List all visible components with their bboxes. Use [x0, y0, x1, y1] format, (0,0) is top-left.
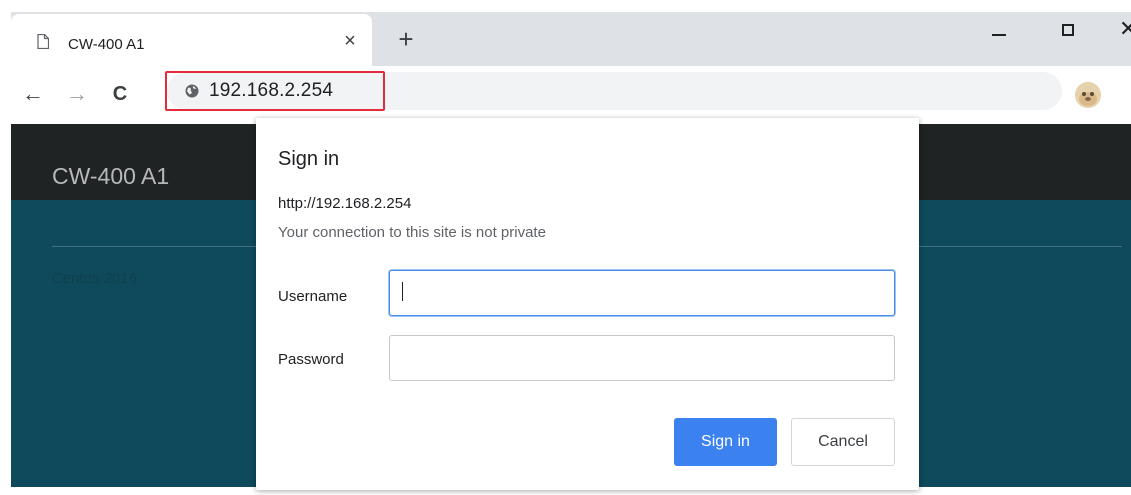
- password-input[interactable]: [389, 335, 895, 381]
- avatar-icon[interactable]: [1075, 82, 1101, 108]
- globe-icon: [185, 84, 199, 98]
- username-input[interactable]: [389, 270, 895, 316]
- new-tab-icon[interactable]: +: [393, 26, 419, 52]
- url-text[interactable]: 192.168.2.254: [209, 80, 333, 102]
- window-close-icon[interactable]: ✕: [1119, 16, 1131, 42]
- cancel-button[interactable]: Cancel: [791, 418, 895, 466]
- maximize-icon[interactable]: [1056, 20, 1082, 44]
- password-label: Password: [278, 351, 344, 368]
- page-icon: [37, 34, 49, 49]
- minimize-icon[interactable]: [986, 20, 1012, 44]
- page-footer: Centos 2016: [52, 270, 138, 287]
- back-icon[interactable]: ←: [19, 80, 47, 108]
- dialog-warning: Your connection to this site is not priv…: [278, 224, 546, 241]
- username-label: Username: [278, 288, 348, 305]
- tab-close-icon[interactable]: ×: [339, 30, 361, 52]
- tab-title: CW-400 A1: [68, 36, 145, 53]
- sign-in-button[interactable]: Sign in: [674, 418, 777, 466]
- dialog-title: Sign in: [278, 148, 340, 170]
- forward-icon[interactable]: →: [63, 80, 91, 108]
- sign-in-dialog: Sign in http://192.168.2.254 Your connec…: [256, 118, 919, 490]
- browser-tab[interactable]: CW-400 A1 ×: [11, 14, 372, 66]
- dialog-url: http://192.168.2.254: [278, 195, 412, 212]
- browser-toolbar: ← → C 192.168.2.254: [11, 66, 1131, 124]
- text-caret: [402, 282, 403, 301]
- reload-icon[interactable]: C: [106, 80, 134, 108]
- page-title: CW-400 A1: [52, 163, 170, 189]
